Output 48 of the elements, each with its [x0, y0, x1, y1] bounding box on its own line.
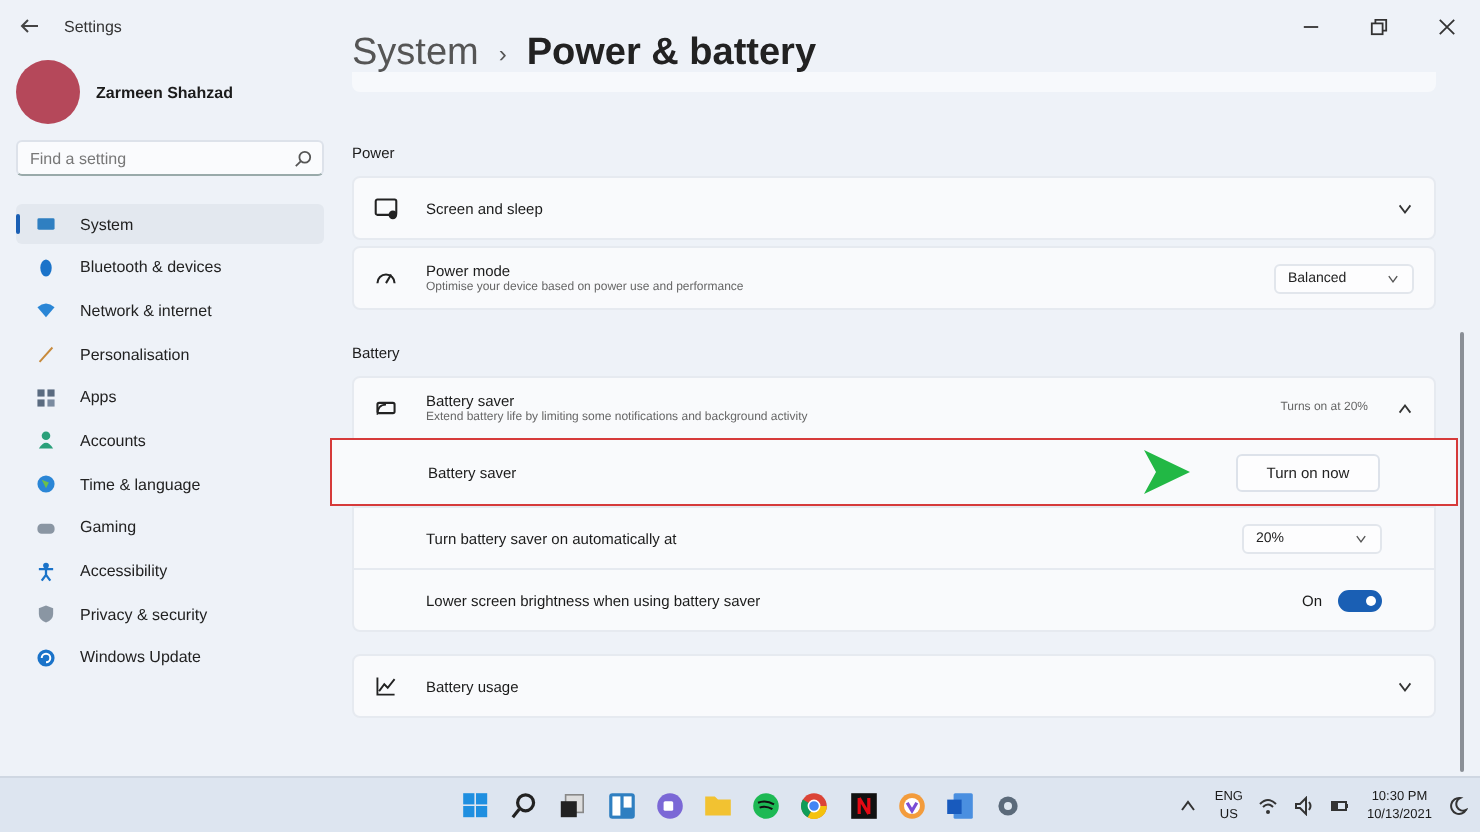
- breadcrumb-separator: ›: [498, 40, 507, 68]
- chevron-down-icon: [1354, 531, 1368, 545]
- sidebar-item-icon: [36, 430, 56, 451]
- sidebar-item-icon: [36, 474, 56, 495]
- page-title: Power & battery: [526, 32, 817, 76]
- moon-icon[interactable]: [1448, 795, 1468, 815]
- speaker-icon[interactable]: [1294, 795, 1315, 815]
- sidebar-item[interactable]: Apps: [16, 377, 324, 418]
- battery-icon[interactable]: [1330, 795, 1351, 815]
- sidebar-item-icon: [36, 387, 56, 408]
- sidebar-item[interactable]: Time & language: [16, 464, 324, 505]
- chevron-up-icon[interactable]: [1178, 795, 1199, 815]
- sidebar-item-icon: [36, 344, 56, 365]
- chevron-down-icon[interactable]: [1396, 677, 1414, 695]
- sidebar-item[interactable]: Network & internet: [16, 290, 324, 331]
- close-icon[interactable]: [1437, 17, 1455, 35]
- arrow-pointer-icon: [1140, 446, 1192, 498]
- sidebar-item-icon: [36, 604, 56, 625]
- wifi-icon[interactable]: [1258, 795, 1279, 815]
- toggle-switch[interactable]: [1338, 589, 1382, 611]
- sidebar-item[interactable]: Personalisation: [16, 334, 324, 375]
- monitor-icon: [374, 196, 398, 220]
- line-chart-icon: [374, 674, 398, 698]
- sidebar-item[interactable]: System: [16, 204, 324, 244]
- scrollbar[interactable]: [1460, 332, 1464, 772]
- search-field[interactable]: Find a setting: [16, 140, 324, 176]
- avatar-circle: [16, 60, 80, 124]
- battery-leaf-icon: [374, 396, 398, 420]
- back-arrow-icon[interactable]: [20, 16, 40, 36]
- restore-icon[interactable]: [1369, 17, 1387, 35]
- sidebar-item[interactable]: Accessibility: [16, 551, 324, 591]
- sidebar-item-icon: [36, 300, 56, 321]
- sidebar-item[interactable]: Privacy & security: [16, 594, 324, 635]
- sidebar-item-icon: [36, 214, 56, 234]
- chevron-up-icon[interactable]: [1396, 399, 1414, 417]
- sidebar-item[interactable]: Bluetooth & devices: [16, 247, 324, 288]
- chevron-down-icon[interactable]: [1396, 199, 1414, 217]
- sidebar-item[interactable]: Gaming: [16, 507, 324, 548]
- profile-name: Zarmeen Shahzad: [96, 83, 233, 101]
- chevron-down-icon: [1386, 271, 1400, 285]
- sidebar-item-icon: [36, 647, 56, 668]
- window-title: Settings: [64, 17, 122, 35]
- sidebar-item[interactable]: Accounts: [16, 420, 324, 461]
- sidebar-item-icon: [36, 561, 56, 581]
- sidebar-item[interactable]: Windows Update: [16, 637, 324, 678]
- breadcrumb-parent[interactable]: System: [352, 32, 479, 76]
- sidebar-item-icon: [36, 257, 56, 278]
- search-icon: [294, 149, 312, 167]
